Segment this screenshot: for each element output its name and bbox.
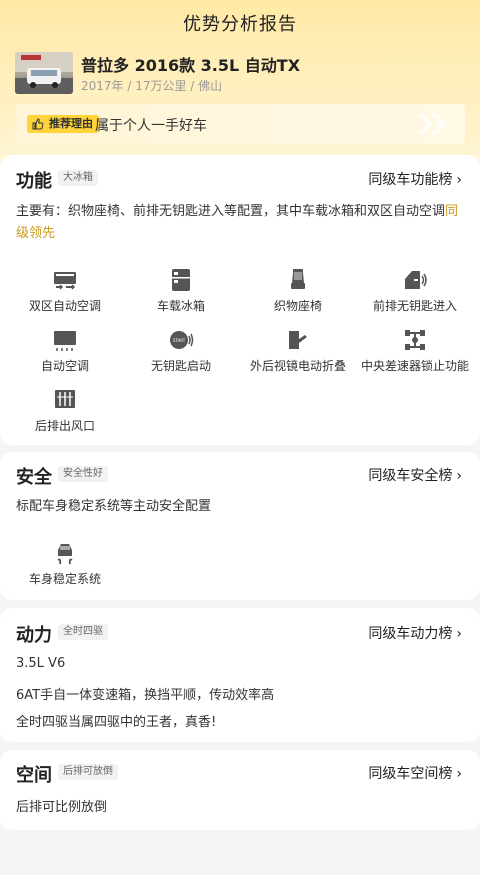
double-chevron-icon [417,114,447,134]
power-transmission: 6AT手自一体变速箱，换挡平顺，传动效率高 [16,688,275,703]
safety-title: 安全 [16,467,52,488]
feature-label: 双区自动空调 [28,299,101,313]
power-card: 动力 全时四驱 同级车动力榜 › 3.5L V6 6AT手自一体变速箱，换挡平顺，… [0,608,480,742]
feature-label: 外后视镜电动折叠 [249,359,346,373]
space-card: 空间 后排可放倒 同级车空间榜 › 后排可比例放倒 [0,750,480,830]
space-title: 空间 [16,765,52,786]
feature-label: 车载冰箱 [156,299,205,313]
function-description: 主要有：织物座椅、前排无钥匙进入等配置，其中车载冰箱和双区自动空调同级领先 [16,201,466,245]
feature-rear-vent: 后排出风口 [10,387,120,434]
safety-description: 标配车身稳定系统等主动安全配置 [16,499,212,514]
power-rank-link[interactable]: 同级车动力榜 › [368,623,462,643]
function-card: 功能 大冰箱 同级车功能榜 › 主要有：织物座椅、前排无钥匙进入等配置，其中车载冰… [0,155,480,445]
feature-label: 前排无钥匙进入 [372,299,457,313]
recommend-text: 属于个人一手好车 [95,118,207,134]
mirror-fold-icon [289,331,307,349]
space-description: 后排可比例放倒 [16,800,108,815]
car-thumbnail[interactable] [15,52,73,94]
feature-label: 无钥匙启动 [150,359,211,373]
chevron-right-icon: › [456,172,462,188]
feature-label: 车身稳定系统 [28,572,101,586]
keyless-start-icon: START [170,331,194,349]
function-rank-label: 同级车功能榜 [368,172,453,188]
rear-vent-icon [55,390,75,408]
feature-stability-control: 车身稳定系统 [10,540,120,587]
feature-auto-ac: 自动空调 [10,327,120,374]
stability-control-icon [57,544,73,565]
feature-keyless-start: START 无钥匙启动 [126,327,236,374]
function-badge: 大冰箱 [58,170,98,186]
feature-mirror-fold: 外后视镜电动折叠 [243,327,353,374]
function-title: 功能 [16,171,52,192]
recommend-tag-label: 推荐理由 [49,117,93,130]
car-title[interactable]: 普拉多 2016款 3.5L 自动TX [81,52,300,76]
dual-zone-ac-icon [54,272,76,290]
space-rank-link[interactable]: 同级车空间榜 › [368,763,462,783]
diff-lock-icon [405,330,425,350]
feature-label: 中央差速器锁止功能 [360,359,469,373]
keyless-entry-icon [405,271,427,289]
feature-keyless-entry: 前排无钥匙进入 [360,267,470,314]
safety-card: 安全 安全性好 同级车安全榜 › 标配车身稳定系统等主动安全配置 车身稳定系统 [0,452,480,600]
recommend-tag: 推荐理由 [27,115,99,133]
function-rank-link[interactable]: 同级车功能榜 › [368,169,462,189]
fabric-seat-icon [291,269,305,289]
function-desc-main: 主要有：织物座椅、前排无钥匙进入等配置，其中车载冰箱和双区自动空调 [16,204,446,219]
chevron-right-icon: › [456,468,462,484]
svg-text:START: START [173,338,186,343]
thumb-up-icon [32,118,44,130]
auto-ac-icon [54,331,76,351]
feature-dual-zone-ac: 双区自动空调 [10,267,120,314]
feature-label: 后排出风口 [34,419,95,433]
car-meta: 2017年 / 17万公里 / 佛山 [81,79,223,93]
feature-fridge: 车载冰箱 [126,267,236,314]
safety-rank-link[interactable]: 同级车安全榜 › [368,465,462,485]
power-rank-label: 同级车动力榜 [368,626,453,642]
safety-rank-label: 同级车安全榜 [368,468,453,484]
space-badge: 后排可放倒 [58,764,118,780]
feature-diff-lock: 中央差速器锁止功能 [360,327,470,374]
power-drivetrain: 全时四驱当属四驱中的王者，真香! [16,715,217,730]
space-rank-label: 同级车空间榜 [368,766,453,782]
feature-fabric-seat: 织物座椅 [243,267,353,314]
feature-label: 织物座椅 [273,299,322,313]
chevron-right-icon: › [456,626,462,642]
fridge-icon [172,269,190,291]
page-title: 优势分析报告 [183,14,297,35]
safety-badge: 安全性好 [58,466,108,482]
chevron-right-icon: › [456,766,462,782]
power-title: 动力 [16,625,52,646]
recommend-bar: 推荐理由 属于个人一手好车 [15,104,465,144]
feature-label: 自动空调 [40,359,89,373]
power-engine: 3.5L V6 [16,656,66,671]
power-badge: 全时四驱 [58,624,108,640]
